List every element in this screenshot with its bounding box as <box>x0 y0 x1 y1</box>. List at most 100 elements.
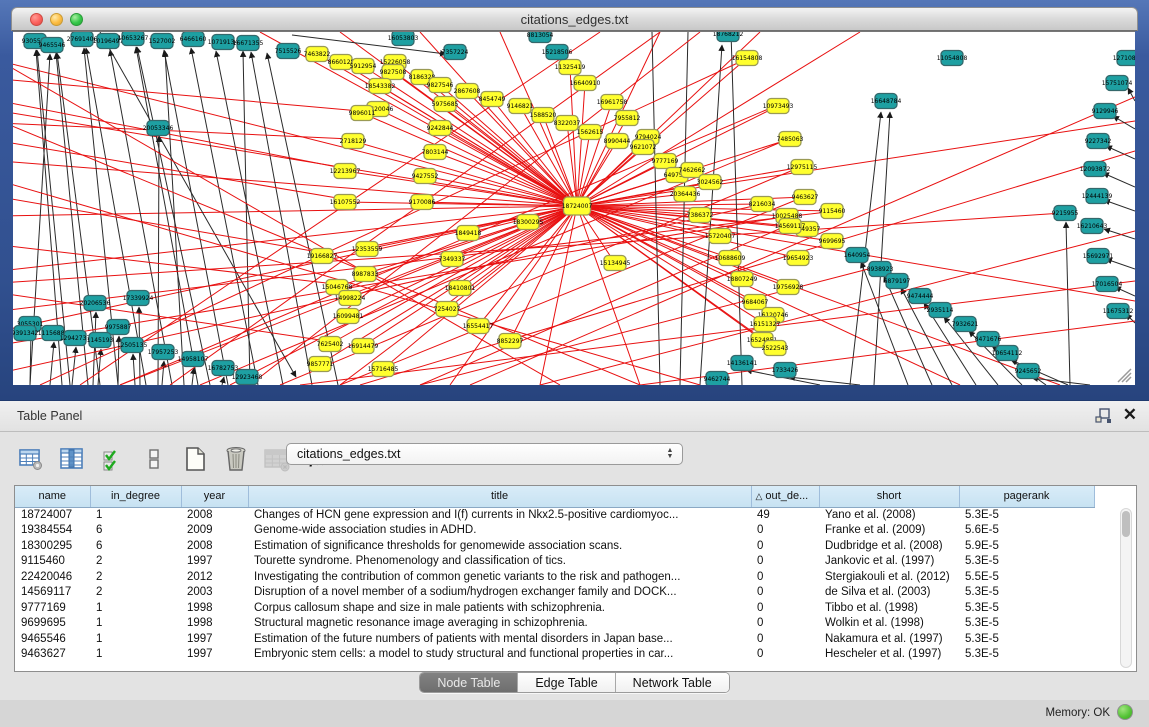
column-header-pagerank[interactable]: pagerank <box>959 486 1094 507</box>
graph-node[interactable]: 14958107 <box>178 352 209 367</box>
column-header-short[interactable]: short <box>819 486 959 507</box>
table-scrollbar-thumb[interactable] <box>1122 511 1130 537</box>
graph-node[interactable]: 15751074 <box>1102 76 1133 91</box>
graph-node[interactable]: 1849418 <box>455 226 482 241</box>
table-row[interactable]: 946362711997Embryonic stem cells: a mode… <box>15 647 1094 663</box>
graph-node[interactable]: 8454749 <box>479 92 506 107</box>
graph-node[interactable]: 7357224 <box>442 45 469 60</box>
graph-node[interactable]: 16648784 <box>871 94 902 109</box>
graph-node[interactable]: 11325419 <box>555 60 586 75</box>
graph-node[interactable]: 14569117 <box>775 219 806 234</box>
graph-node[interactable]: 9115460 <box>819 204 846 219</box>
row-height-icon[interactable] <box>139 444 169 474</box>
graph-node[interactable]: 16107552 <box>330 195 361 210</box>
show-columns-icon[interactable] <box>57 444 87 474</box>
network-table-selector[interactable]: citations_edges.txt ▲▼ <box>286 443 683 465</box>
graph-node[interactable]: 19166827 <box>307 249 338 264</box>
graph-node[interactable]: 3024562 <box>697 175 724 190</box>
graph-node[interactable]: 18410801 <box>445 281 476 296</box>
graph-node[interactable]: 7349337 <box>439 252 466 267</box>
graph-node[interactable]: 9827508 <box>380 65 407 80</box>
graph-node[interactable]: 12353559 <box>352 242 383 257</box>
graph-node[interactable]: 1640954 <box>844 248 871 263</box>
graph-node[interactable]: 8852297 <box>497 334 524 349</box>
graph-node[interactable]: 9245652 <box>1015 364 1042 379</box>
graph-node[interactable]: 1145193 <box>87 333 114 348</box>
table-row[interactable]: 1830029562008Estimation of significance … <box>15 538 1094 554</box>
graph-node[interactable]: 16151327 <box>750 317 781 332</box>
table-row[interactable]: 977716911998Corpus callosum shape and si… <box>15 600 1094 616</box>
graph-node[interactable]: 9129946 <box>1092 104 1119 119</box>
graph-node[interactable]: 11675312 <box>1103 304 1134 319</box>
graph-node[interactable]: 9699695 <box>819 234 846 249</box>
graph-node[interactable]: 16053803 <box>388 32 419 46</box>
graph-node[interactable]: 9462744 <box>704 372 731 386</box>
graph-node[interactable]: 6466160 <box>180 32 207 47</box>
graph-node[interactable]: 17957253 <box>148 345 179 360</box>
graph-node[interactable]: 18724007 <box>562 197 593 215</box>
graph-node[interactable]: 9621072 <box>630 140 657 155</box>
graph-node[interactable]: 7625402 <box>317 337 344 352</box>
graph-node[interactable]: 18543382 <box>365 79 396 94</box>
table-row[interactable]: 1938455462009Genome-wide association stu… <box>15 523 1094 539</box>
graph-node[interactable]: 7955812 <box>614 111 641 126</box>
table-row[interactable]: 2242004622012Investigating the contribut… <box>15 569 1094 585</box>
graph-node[interactable]: 14136141 <box>727 356 758 371</box>
graph-node[interactable]: 2935114 <box>927 303 954 318</box>
graph-node[interactable]: 16914479 <box>348 339 379 354</box>
graph-node[interactable]: 18300295 <box>513 215 544 230</box>
graph-node[interactable]: 2522543 <box>762 341 789 356</box>
graph-node[interactable]: 16671355 <box>233 36 264 51</box>
select-columns-icon[interactable] <box>98 444 128 474</box>
graph-node[interactable]: 12923468 <box>232 370 263 385</box>
tab-network-table[interactable]: Network Table <box>616 673 729 692</box>
graph-node[interactable]: 8471676 <box>975 332 1002 347</box>
table-row[interactable]: 946554611997Estimation of the future num… <box>15 631 1094 647</box>
graph-node[interactable]: 16961758 <box>597 95 628 110</box>
column-header-out_degree[interactable]: △out_de... <box>751 486 819 507</box>
graph-node[interactable]: 11054808 <box>937 51 968 66</box>
graph-node[interactable]: 14998224 <box>335 291 366 306</box>
graph-node[interactable]: 12975115 <box>787 160 818 175</box>
graph-node[interactable]: 1733426 <box>772 363 799 378</box>
graph-node[interactable]: 7463822 <box>304 47 331 62</box>
table-row[interactable]: 1872400712008Changes of HCN gene express… <box>15 507 1094 523</box>
graph-node[interactable]: 8990444 <box>604 134 631 149</box>
graph-node[interactable]: 9463627 <box>792 190 819 205</box>
graph-node[interactable]: 6879197 <box>884 274 911 289</box>
table-row[interactable]: 911546021997Tourette syndrome. Phenomeno… <box>15 554 1094 570</box>
tab-edge-table[interactable]: Edge Table <box>518 673 615 692</box>
graph-node[interactable]: 18807249 <box>727 272 758 287</box>
graph-node[interactable]: 18768212 <box>713 32 744 42</box>
graph-node[interactable]: 9227342 <box>1085 134 1112 149</box>
table-row[interactable]: 1456911722003Disruption of a novel membe… <box>15 585 1094 601</box>
graph-node[interactable]: 9474444 <box>907 289 934 304</box>
column-header-year[interactable]: year <box>181 486 248 507</box>
graph-node[interactable]: 8216034 <box>749 197 776 212</box>
graph-node[interactable]: 9465546 <box>39 38 66 53</box>
column-header-title[interactable]: title <box>248 486 751 507</box>
graph-node[interactable]: 2867608 <box>454 84 481 99</box>
graph-node[interactable]: 10654112 <box>992 346 1023 361</box>
graph-node[interactable]: 20206536 <box>80 296 111 311</box>
graph-node[interactable]: 1588520 <box>530 108 557 123</box>
close-panel-icon[interactable]: ✕ <box>1123 405 1137 425</box>
graph-node[interactable]: 1562615 <box>577 125 604 140</box>
graph-node[interactable]: 7515526 <box>275 44 302 59</box>
graph-node[interactable]: 10653267 <box>118 32 149 46</box>
graph-node[interactable]: 12093872 <box>1080 162 1111 177</box>
graph-node[interactable]: 16154808 <box>732 51 763 66</box>
graph-node[interactable]: 20364436 <box>670 187 701 202</box>
graph-node[interactable]: 2718129 <box>340 134 367 149</box>
graph-node[interactable]: 9427552 <box>412 169 439 184</box>
graph-node[interactable]: 16554417 <box>463 319 494 334</box>
graph-node[interactable]: 19756928 <box>773 280 804 295</box>
float-panel-icon[interactable] <box>1095 408 1113 424</box>
graph-node[interactable]: 20053346 <box>143 121 174 136</box>
tab-node-table[interactable]: Node Table <box>420 673 518 692</box>
graph-node[interactable]: 9215955 <box>1052 206 1079 221</box>
window-titlebar[interactable]: citations_edges.txt <box>11 7 1138 31</box>
graph-node[interactable]: 15692971 <box>1083 249 1114 264</box>
graph-node[interactable]: 12710884 <box>1113 51 1135 66</box>
graph-node[interactable]: 15218506 <box>542 45 573 60</box>
